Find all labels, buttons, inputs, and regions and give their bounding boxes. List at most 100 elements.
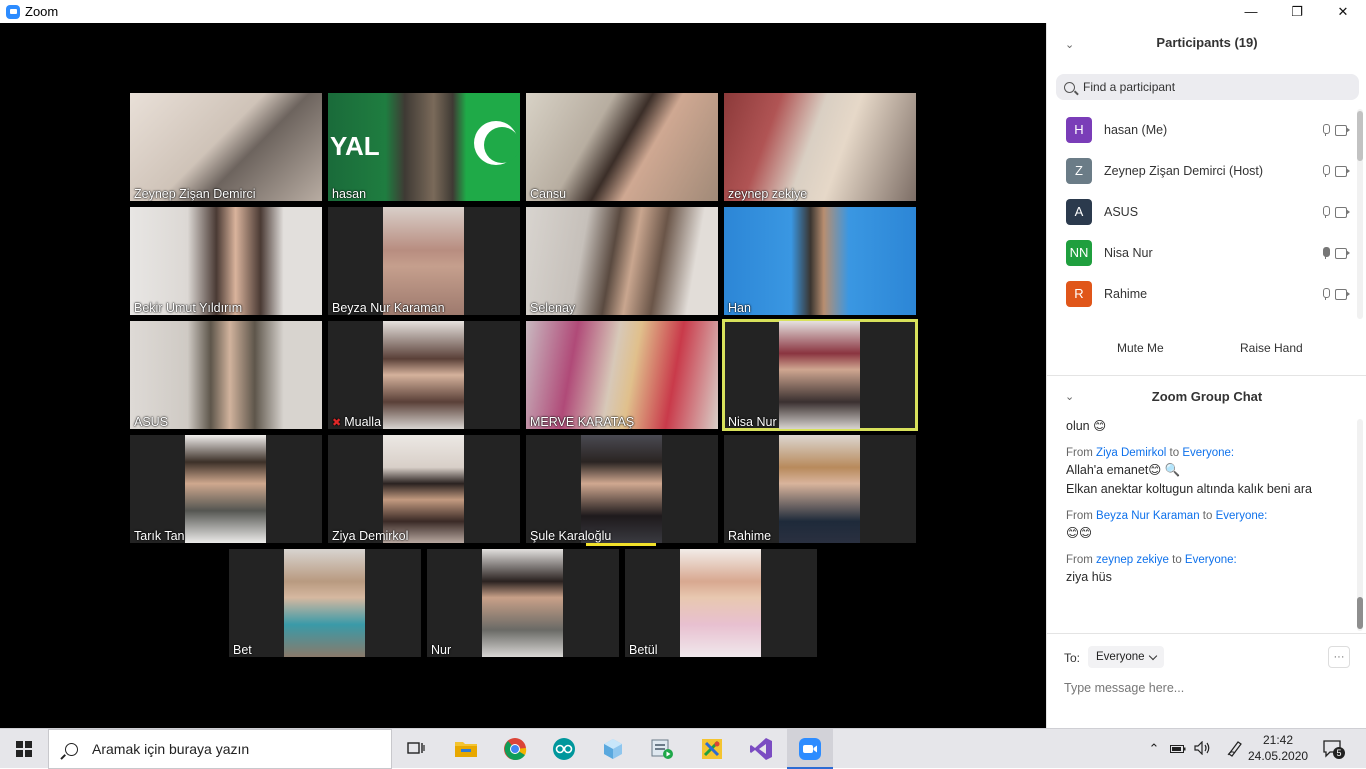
video-tile[interactable]: Şule Karaloğlu xyxy=(526,435,718,543)
video-tile[interactable]: Tarık Tan xyxy=(130,435,322,543)
participant-name: Nisa Nur xyxy=(1104,245,1153,260)
participant-row[interactable]: NN Nisa Nur xyxy=(1047,232,1357,273)
recipient-dropdown[interactable]: Everyone xyxy=(1088,646,1164,668)
visual-studio-icon[interactable] xyxy=(747,735,775,763)
window-controls: — ❐ ✕ xyxy=(1228,0,1366,23)
from-prefix: From xyxy=(1066,447,1093,459)
windows-taskbar: Aramak için buraya yazın ⌃ 21:42 24.05.2… xyxy=(0,728,1366,769)
minimize-button[interactable]: — xyxy=(1228,0,1274,23)
chat-message-text: ziya hüs xyxy=(1066,570,1112,584)
video-tile[interactable]: Han xyxy=(724,207,916,315)
participant-search-input[interactable] xyxy=(1083,80,1343,94)
microphone-icon xyxy=(1321,205,1330,218)
pen-workspace-icon[interactable] xyxy=(1226,739,1244,760)
video-tile[interactable]: Rahime xyxy=(724,435,916,543)
chat-input-divider xyxy=(1047,633,1366,634)
video-tile[interactable]: ASUS xyxy=(130,321,322,429)
show-hidden-icons-chevron-icon[interactable]: ⌃ xyxy=(1146,741,1162,757)
video-tile[interactable]: Betül xyxy=(625,549,817,657)
recipient-link[interactable]: Everyone: xyxy=(1182,447,1234,459)
chat-message-text: Allah'a emanet😊 🔍 xyxy=(1066,463,1181,477)
volume-icon[interactable] xyxy=(1194,740,1212,758)
video-tile[interactable]: Bekir Umut Yıldırım xyxy=(130,207,322,315)
chat-scrollbar[interactable] xyxy=(1357,419,1363,631)
search-icon xyxy=(65,742,78,756)
video-tile[interactable]: Nur xyxy=(427,549,619,657)
panel-divider xyxy=(1047,375,1366,376)
participant-name-label: Tarık Tan xyxy=(134,529,185,543)
chat-message-sender: From zeynep zekiye to Everyone: xyxy=(1066,553,1346,568)
start-button[interactable] xyxy=(0,729,48,769)
microphone-active-icon xyxy=(1321,246,1330,259)
participant-row[interactable]: A ASUS xyxy=(1047,191,1357,232)
gadget-app-icon[interactable] xyxy=(698,735,726,763)
video-tile[interactable]: Cansu xyxy=(526,93,718,201)
participant-name-label: Nur xyxy=(431,643,452,657)
sender-link[interactable]: Ziya Demirkol xyxy=(1096,447,1166,459)
participant-name: hasan (Me) xyxy=(1104,122,1168,137)
raise-hand-button[interactable]: Raise Hand xyxy=(1232,336,1311,360)
arduino-icon[interactable] xyxy=(550,735,578,763)
participant-row[interactable]: H hasan (Me) xyxy=(1047,109,1357,150)
chat-message-text: Elkan anektar koltugun altında kalık ben… xyxy=(1066,482,1312,496)
side-panel: ⌄ Participants (19) H hasan (Me) Z Zeyne… xyxy=(1046,23,1366,728)
microphone-icon xyxy=(1321,164,1330,177)
file-explorer-icon[interactable] xyxy=(452,735,480,763)
participant-name-label: hasan xyxy=(332,187,367,201)
video-tile[interactable]: Ziya Demirkol xyxy=(328,435,520,543)
close-button[interactable]: ✕ xyxy=(1320,0,1366,23)
video-tile[interactable]: zeynep zekiye xyxy=(724,93,916,201)
video-tile[interactable]: ✖ Mualla xyxy=(328,321,520,429)
from-prefix: From xyxy=(1066,554,1093,566)
video-tile[interactable]: Beyza Nur Karaman xyxy=(328,207,520,315)
chrome-icon[interactable] xyxy=(501,735,529,763)
recipient-link[interactable]: Everyone: xyxy=(1185,554,1237,566)
sender-link[interactable]: zeynep zekiye xyxy=(1096,554,1169,566)
battery-icon[interactable] xyxy=(1170,742,1186,757)
more-options-button[interactable]: ··· xyxy=(1328,646,1350,668)
participant-name-label: ✖ Mualla xyxy=(332,415,381,429)
restore-button[interactable]: ❐ xyxy=(1274,0,1320,23)
participant-scrollbar[interactable] xyxy=(1357,109,1363,319)
participant-row[interactable]: Z Zeynep Zişan Demirci (Host) xyxy=(1047,150,1357,191)
recipient-link[interactable]: Everyone: xyxy=(1216,510,1268,522)
video-tile[interactable]: Bet xyxy=(229,549,421,657)
to-word: to xyxy=(1202,510,1213,522)
scrollbar-thumb[interactable] xyxy=(1357,597,1363,629)
video-camera-icon xyxy=(1335,247,1351,259)
taskbar-clock[interactable]: 21:42 24.05.2020 xyxy=(1248,732,1308,764)
participant-name-label: Beyza Nur Karaman xyxy=(332,301,445,315)
participant-name-label: MERVE KARATAŞ xyxy=(530,415,635,429)
video-tile-active-speaker[interactable]: Nisa Nur xyxy=(722,319,918,431)
banner-text: YAL xyxy=(330,131,380,161)
video-camera-icon xyxy=(1335,206,1351,218)
video-camera-icon xyxy=(1335,124,1351,136)
video-tile[interactable]: MERVE KARATAŞ xyxy=(526,321,718,429)
video-tile[interactable]: YAL hasan xyxy=(328,93,520,201)
participant-row[interactable]: R Rahime xyxy=(1047,273,1357,314)
zoom-icon[interactable] xyxy=(787,729,833,769)
participant-name-text: Mualla xyxy=(344,415,382,429)
video-camera-icon xyxy=(1335,288,1351,300)
scrollbar-thumb[interactable] xyxy=(1357,111,1363,161)
task-view-icon[interactable] xyxy=(402,735,430,763)
taskbar-search-box[interactable]: Aramak için buraya yazın xyxy=(48,729,392,769)
participant-name-label: Şule Karaloğlu xyxy=(530,529,612,543)
video-tile[interactable]: Zeynep Zişan Demirci xyxy=(130,93,322,201)
media-app-icon[interactable] xyxy=(648,735,676,763)
sender-link[interactable]: Beyza Nur Karaman xyxy=(1096,510,1200,522)
participant-name-label: Betül xyxy=(629,643,658,657)
recipient-value: Everyone xyxy=(1096,651,1145,663)
participant-search[interactable] xyxy=(1056,74,1359,100)
chat-message-input[interactable] xyxy=(1064,677,1354,699)
clock-date: 24.05.2020 xyxy=(1248,749,1309,763)
zoom-logo-icon xyxy=(6,4,20,19)
action-center-icon[interactable]: 5 xyxy=(1322,738,1345,760)
participant-name-label: Rahime xyxy=(728,529,772,543)
to-label: To: xyxy=(1064,651,1081,665)
participant-name-label: Zeynep Zişan Demirci xyxy=(134,187,256,201)
cube-app-icon[interactable] xyxy=(599,735,627,763)
microphone-icon xyxy=(1321,287,1330,300)
video-tile[interactable]: Selenay xyxy=(526,207,718,315)
mute-me-button[interactable]: Mute Me xyxy=(1109,336,1172,360)
